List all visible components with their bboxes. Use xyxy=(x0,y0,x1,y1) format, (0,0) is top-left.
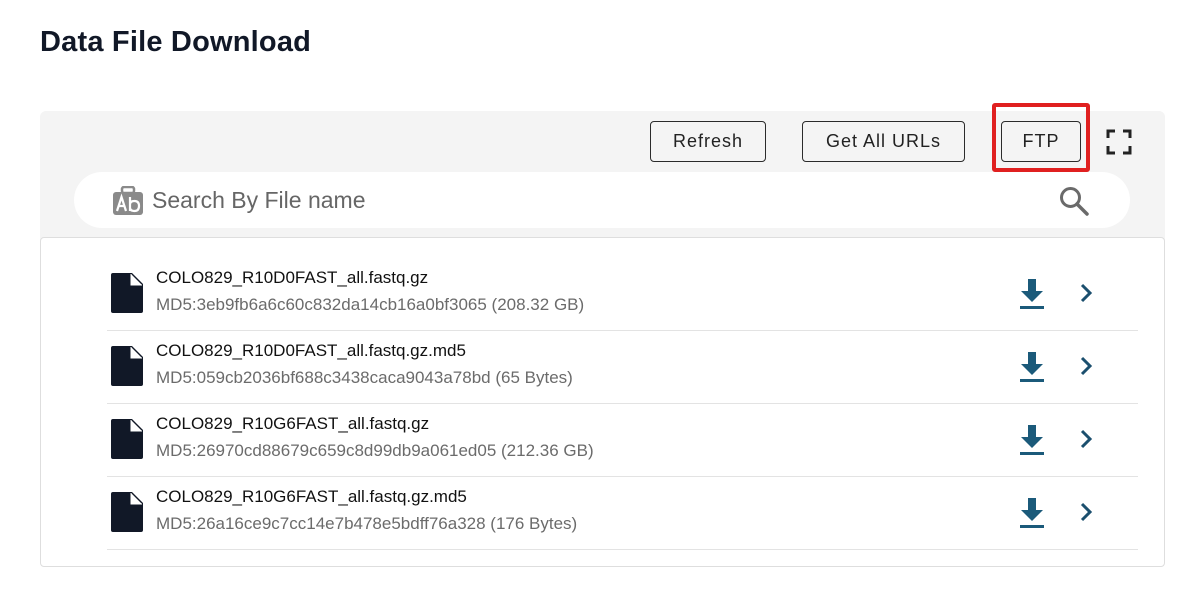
chevron-right-icon[interactable] xyxy=(1075,499,1097,525)
file-md5-size: MD5:3eb9fb6a6c60c832da14cb16a0bf3065 (20… xyxy=(156,295,585,314)
refresh-button[interactable]: Refresh xyxy=(650,121,766,162)
file-name: COLO829_R10G6FAST_all.fastq.gz xyxy=(156,414,430,433)
file-icon xyxy=(111,273,143,313)
search-input[interactable] xyxy=(152,180,1042,220)
file-icon xyxy=(111,419,143,459)
file-row: COLO829_R10G6FAST_all.fastq.gz.md5 MD5:2… xyxy=(107,477,1138,550)
page-title: Data File Download xyxy=(40,26,312,58)
search-icon[interactable] xyxy=(1058,185,1090,217)
file-icon xyxy=(111,346,143,386)
ftp-button[interactable]: FTP xyxy=(1001,121,1081,162)
chevron-right-icon[interactable] xyxy=(1075,426,1097,452)
file-list-card: COLO829_R10D0FAST_all.fastq.gz MD5:3eb9f… xyxy=(40,237,1165,567)
file-md5-size: MD5:059cb2036bf688c3438caca9043a78bd (65… xyxy=(156,368,573,387)
ab-text-icon xyxy=(113,186,143,215)
file-row: COLO829_R10D0FAST_all.fastq.gz.md5 MD5:0… xyxy=(107,331,1138,404)
file-row: COLO829_R10D0FAST_all.fastq.gz MD5:3eb9f… xyxy=(107,258,1138,331)
download-icon[interactable] xyxy=(1017,351,1047,383)
chevron-right-icon[interactable] xyxy=(1075,353,1097,379)
file-name: COLO829_R10D0FAST_all.fastq.gz.md5 xyxy=(156,341,466,360)
download-icon[interactable] xyxy=(1017,424,1047,456)
file-name: COLO829_R10D0FAST_all.fastq.gz xyxy=(156,268,429,287)
chevron-right-icon[interactable] xyxy=(1075,280,1097,306)
file-icon xyxy=(111,492,143,532)
file-md5-size: MD5:26970cd88679c659c8d99db9a061ed05 (21… xyxy=(156,441,594,460)
page: Data File Download Refresh Get All URLs … xyxy=(0,0,1186,592)
download-icon[interactable] xyxy=(1017,497,1047,529)
file-md5-size: MD5:26a16ce9c7cc14e7b478e5bdff76a328 (17… xyxy=(156,514,578,533)
get-all-urls-button[interactable]: Get All URLs xyxy=(802,121,965,162)
search-bar xyxy=(74,172,1130,228)
file-name: COLO829_R10G6FAST_all.fastq.gz.md5 xyxy=(156,487,467,506)
file-list: COLO829_R10D0FAST_all.fastq.gz MD5:3eb9f… xyxy=(107,258,1138,550)
download-icon[interactable] xyxy=(1017,278,1047,310)
download-panel: Refresh Get All URLs FTP Search By File … xyxy=(40,103,1165,567)
fullscreen-icon[interactable] xyxy=(1106,129,1132,155)
file-row: COLO829_R10G6FAST_all.fastq.gz MD5:26970… xyxy=(107,404,1138,477)
